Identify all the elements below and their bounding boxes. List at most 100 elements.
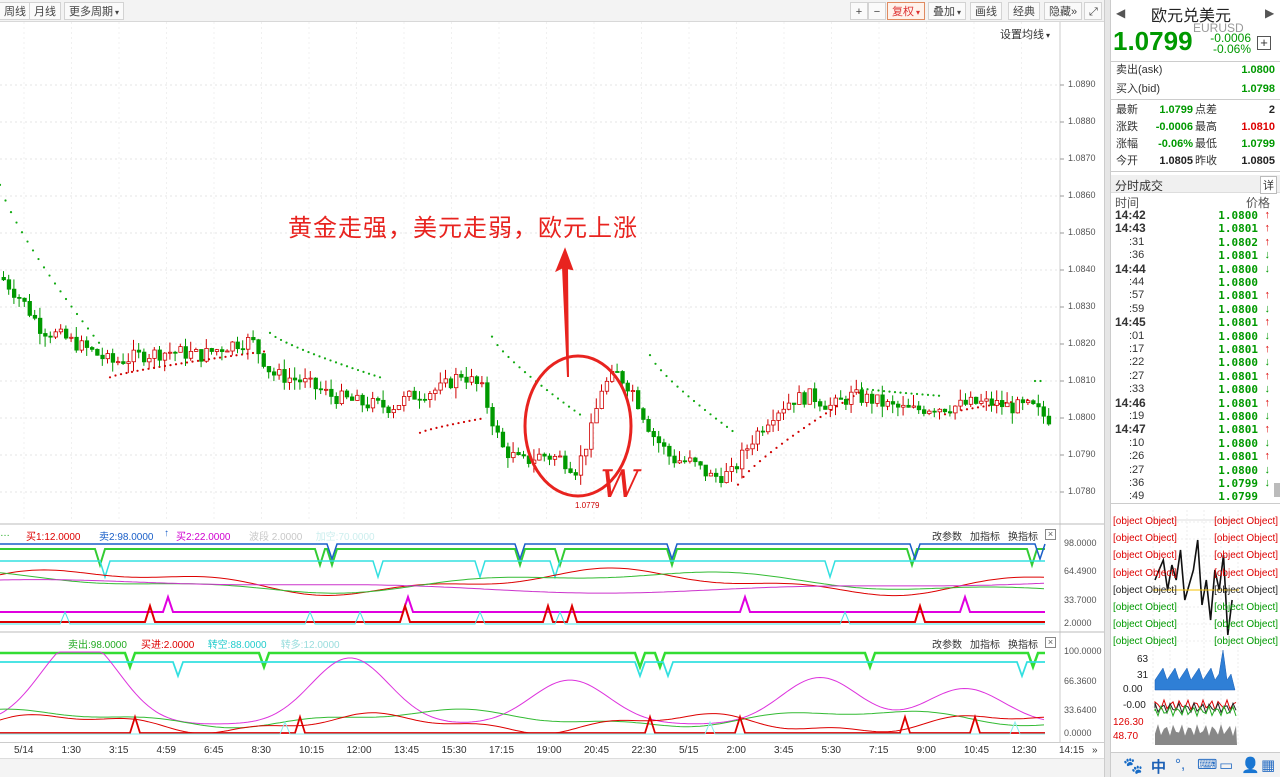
paw-icon[interactable]: 🐾 bbox=[1123, 756, 1143, 776]
sar-dot bbox=[26, 240, 29, 243]
sar-dot bbox=[490, 335, 494, 338]
candle-body bbox=[667, 445, 672, 457]
trade-row[interactable]: :57 1.0801 ↑ bbox=[1111, 289, 1276, 302]
trade-row[interactable]: 14:43 1.0801 ↑ bbox=[1111, 221, 1276, 236]
trade-row[interactable]: :59 1.0800 ↓ bbox=[1111, 303, 1276, 316]
trade-row[interactable]: 14:47 1.0801 ↑ bbox=[1111, 422, 1276, 436]
ind1-add-indicator-button[interactable]: 加指标 bbox=[970, 528, 1000, 543]
trade-row[interactable]: :17 1.0801 ↑ bbox=[1111, 343, 1276, 356]
trade-row[interactable]: :36 1.0799 ↓ bbox=[1111, 477, 1276, 490]
trade-price: 1.0801 bbox=[1218, 289, 1258, 303]
y-tick-label: 1.0790 bbox=[1068, 449, 1096, 459]
sar-dot bbox=[758, 460, 762, 463]
up-arrow-icon: ↑ bbox=[1264, 423, 1271, 436]
ind2-change-params-button[interactable]: 改参数 bbox=[932, 636, 962, 651]
ind2-add-indicator-button[interactable]: 加指标 bbox=[970, 636, 1000, 651]
punctuation-icon[interactable]: °, bbox=[1175, 756, 1185, 773]
keyboard-icon[interactable]: ⌨ bbox=[1197, 756, 1217, 773]
time-axis-label: 13:45 bbox=[394, 745, 420, 756]
trade-row[interactable]: :27 1.0800 ↓ bbox=[1111, 464, 1276, 477]
trade-row[interactable]: :27 1.0801 ↑ bbox=[1111, 370, 1276, 383]
ind2-switch-indicator-button[interactable]: 换指标 bbox=[1008, 636, 1038, 651]
ind1-y-tick-label: 33.7000 bbox=[1064, 595, 1097, 605]
zoom-out-button[interactable]: − bbox=[868, 2, 886, 20]
prev-symbol-icon[interactable]: ◀ bbox=[1116, 6, 1125, 20]
period-week-button[interactable]: 周线 bbox=[0, 2, 31, 20]
candle-body bbox=[266, 366, 272, 373]
trades-detail-button[interactable]: 详 bbox=[1260, 176, 1277, 194]
monitor-icon[interactable]: ▭ bbox=[1219, 756, 1233, 774]
candle-body bbox=[958, 399, 963, 407]
candle-body bbox=[890, 401, 896, 405]
sar-dot bbox=[882, 389, 886, 393]
trade-row[interactable]: :10 1.0800 ↓ bbox=[1111, 437, 1276, 450]
sar-dot bbox=[573, 409, 576, 412]
trade-price: 1.0801 bbox=[1218, 222, 1258, 236]
draw-line-button[interactable]: 画线 bbox=[970, 2, 1002, 20]
ind1-switch-indicator-button[interactable]: 换指标 bbox=[1008, 528, 1038, 543]
trade-row[interactable]: :19 1.0800 ↓ bbox=[1111, 410, 1276, 423]
time-axis-label: 20:45 bbox=[584, 745, 610, 756]
trade-row[interactable]: :36 1.0801 ↓ bbox=[1111, 249, 1276, 262]
sar-dot bbox=[971, 407, 974, 410]
sar-dot bbox=[769, 451, 773, 454]
trade-time: :27 bbox=[1129, 463, 1145, 476]
trades-list[interactable]: 14:42 1.0800 ↑ 14:43 1.0801 ↑:31 1.0802 ↑:36 1.0… bbox=[1111, 209, 1280, 503]
trade-row[interactable]: 14:46 1.0801 ↑ bbox=[1111, 396, 1276, 410]
up-arrow-icon: ↑ bbox=[1264, 235, 1271, 248]
trade-row[interactable]: 14:44 1.0800 ↓ bbox=[1111, 262, 1276, 276]
trade-row[interactable]: :49 1.0799 bbox=[1111, 490, 1276, 503]
candle-body bbox=[126, 361, 131, 364]
trade-row[interactable]: :33 1.0800 ↓ bbox=[1111, 383, 1276, 396]
trade-row[interactable]: :31 1.0802 ↑ bbox=[1111, 236, 1276, 249]
sar-dot bbox=[251, 351, 255, 355]
trade-price: 1.0802 bbox=[1218, 235, 1258, 249]
chart-area[interactable]: 设置均线 ▾ 1.0890 1.0880 1.0870 1.0860 1.0850 1.08… bbox=[0, 22, 1104, 742]
overlay-button[interactable]: 叠加 ▾ bbox=[928, 2, 967, 20]
candle-body bbox=[344, 390, 350, 398]
add-watchlist-icon[interactable]: + bbox=[1257, 36, 1271, 50]
candle-body bbox=[864, 393, 870, 403]
hide-button[interactable]: 隐藏» bbox=[1044, 2, 1083, 20]
candle-body bbox=[1041, 406, 1046, 417]
ind1-close-icon[interactable]: × bbox=[1045, 529, 1056, 540]
time-axis-more-icon[interactable]: » bbox=[1092, 745, 1098, 756]
ma-settings-button[interactable]: 设置均线 ▾ bbox=[1000, 26, 1050, 42]
horizontal-scrollbar[interactable] bbox=[0, 758, 1104, 777]
sar-dot bbox=[578, 413, 582, 416]
user-icon[interactable]: 👤 bbox=[1241, 756, 1260, 774]
candle-body bbox=[942, 408, 948, 413]
stat-value: 1.0805 bbox=[1159, 155, 1193, 167]
sar-dot bbox=[501, 350, 505, 353]
candle-body bbox=[121, 361, 126, 364]
trade-row[interactable]: :22 1.0800 ↓ bbox=[1111, 356, 1276, 369]
mini-pct-label: [object Object] bbox=[1214, 619, 1278, 631]
trade-row[interactable]: :01 1.0800 ↓ bbox=[1111, 330, 1276, 343]
candle-body bbox=[698, 461, 703, 466]
candle-body bbox=[885, 401, 890, 407]
candle-body bbox=[219, 349, 225, 352]
zoom-in-button[interactable]: + bbox=[850, 2, 868, 20]
trades-scrollbar[interactable] bbox=[1274, 483, 1280, 497]
sar-dot bbox=[709, 413, 712, 416]
ind2-close-icon[interactable]: × bbox=[1045, 637, 1056, 648]
chart-canvas[interactable] bbox=[0, 22, 1104, 742]
candle-body bbox=[807, 388, 812, 405]
trade-row[interactable]: 14:45 1.0801 ↑ bbox=[1111, 315, 1276, 329]
classic-button[interactable]: 经典 bbox=[1008, 2, 1040, 20]
sar-dot bbox=[937, 394, 941, 397]
trade-row[interactable]: 14:42 1.0800 ↑ bbox=[1111, 209, 1276, 222]
expand-icon[interactable]: ⤢ bbox=[1084, 2, 1102, 20]
grid-icon[interactable]: ▦ bbox=[1261, 756, 1275, 774]
adjust-rights-button[interactable]: 复权 ▾ bbox=[887, 2, 926, 20]
more-periods-button[interactable]: 更多周期 ▾ bbox=[64, 2, 125, 20]
ind1-change-params-button[interactable]: 改参数 bbox=[932, 528, 962, 543]
trade-row[interactable]: :26 1.0801 ↑ bbox=[1111, 450, 1276, 463]
next-symbol-icon[interactable]: ▶ bbox=[1265, 6, 1274, 20]
sar-dot bbox=[9, 211, 13, 214]
trade-row[interactable]: :44 1.0800 bbox=[1111, 276, 1276, 289]
chinese-input-icon[interactable]: 中 bbox=[1151, 756, 1166, 777]
period-month-button[interactable]: 月线 bbox=[29, 2, 61, 20]
sar-dot bbox=[654, 362, 657, 365]
time-axis-label: 8:30 bbox=[251, 745, 271, 756]
